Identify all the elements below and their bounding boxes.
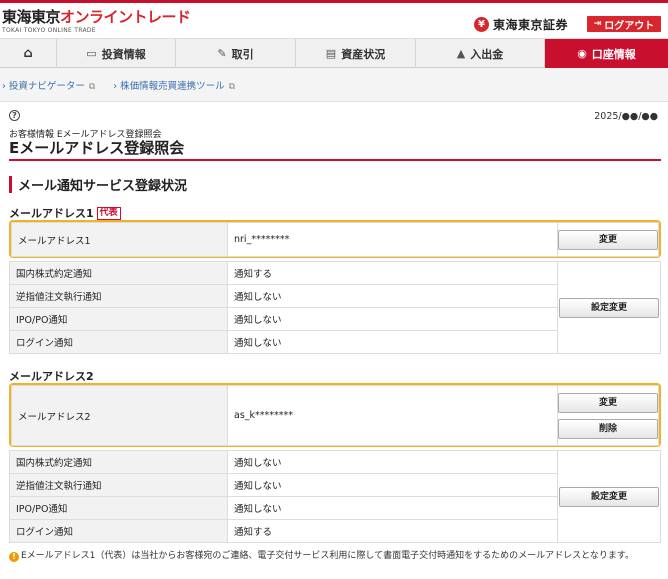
nav-trade[interactable]: ✎ 取引 <box>176 39 296 68</box>
notification-value: 通知しない <box>227 450 558 474</box>
notification-value: 通知する <box>227 261 558 285</box>
warning-icon: ! <box>9 552 19 562</box>
asset-icon: ▤ <box>325 47 337 60</box>
link-stock-trading-tool[interactable]: › 株価情報売買連携ツール ⧉ <box>113 78 235 92</box>
address2-actions: 変更 削除 <box>557 385 659 446</box>
notification-label: 国内株式約定通知 <box>9 450 228 474</box>
notification-value: 通知しない <box>227 330 558 354</box>
account-icon: ◉ <box>577 47 587 60</box>
address2-settings-cell: 設定変更 <box>557 450 661 543</box>
home-icon: ⌂ <box>23 46 33 61</box>
address2-settings-change-button[interactable]: 設定変更 <box>559 486 659 507</box>
logo-text-accent: オンライントレード <box>60 8 191 26</box>
nav-label: 口座情報 <box>591 47 636 61</box>
page-title: Eメールアドレス登録照会 <box>9 139 185 157</box>
brand-logo-icon: ¥ <box>474 16 489 32</box>
address1-settings-cell: 設定変更 <box>557 261 661 354</box>
nav-label: 資産状況 <box>341 47 386 61</box>
nav-deposit[interactable]: ▲ 入出金 <box>416 39 545 68</box>
address2-heading-label: メールアドレス2 <box>9 370 94 383</box>
info-note-text: Eメールアドレス1（代表）は当社からお客様宛のご連絡、電子交付サービス利用に際し… <box>21 551 634 561</box>
logo-text-primary: 東海東京 <box>2 8 61 26</box>
info-note: ! Eメールアドレス1（代表）は当社からお客様宛のご連絡、電子交付サービス利用に際… <box>9 550 661 562</box>
notification-label: IPO/PO通知 <box>9 307 228 331</box>
address1-notification-table: 国内株式約定通知 通知する 設定変更 逆指値注文執行通知 通知しない IPO/P… <box>9 261 661 354</box>
address2-notification-table: 国内株式約定通知 通知しない 設定変更 逆指値注文執行通知 通知しない IPO/… <box>9 450 661 543</box>
brand-name: 東海東京証券 <box>493 17 569 32</box>
change-address2-button[interactable]: 変更 <box>558 392 658 413</box>
notification-value: 通知しない <box>227 496 558 520</box>
link-label: 株価情報売買連携ツール <box>120 80 225 92</box>
delete-address2-button[interactable]: 削除 <box>558 418 658 439</box>
notification-label: IPO/PO通知 <box>9 496 228 520</box>
logout-label: ログアウト <box>604 20 655 32</box>
nav-home[interactable]: ⌂ <box>0 39 57 68</box>
nav-label: 投資情報 <box>101 47 146 61</box>
notification-label: ログイン通知 <box>9 519 228 543</box>
nav-assets[interactable]: ▤ 資産状況 <box>296 39 416 68</box>
notification-value: 通知しない <box>227 307 558 331</box>
nav-label: 取引 <box>231 47 254 61</box>
site-logo[interactable]: 東海東京オンライントレード TOKAI TOKYO ONLINE TRADE <box>2 8 191 35</box>
address1-heading: メールアドレス1 代表 <box>9 205 121 221</box>
nav-account-info[interactable]: ◉ 口座情報 <box>545 39 668 68</box>
brand: ¥ 東海東京証券 <box>474 16 568 32</box>
address1-actions: 変更 <box>557 222 659 257</box>
notification-label: 逆指値注文執行通知 <box>9 473 228 497</box>
external-link-icon: ⧉ <box>88 81 96 92</box>
notification-value: 通知しない <box>227 473 558 497</box>
title-divider <box>9 159 661 161</box>
table-row: 国内株式約定通知 通知しない 設定変更 <box>9 450 661 543</box>
address1-heading-label: メールアドレス1 <box>9 207 94 220</box>
address2-value: as_k******** <box>227 385 558 446</box>
top-bar: 東海東京オンライントレード TOKAI TOKYO ONLINE TRADE ¥… <box>0 0 668 38</box>
nav-label: 入出金 <box>470 47 504 61</box>
date-display: 2025/●●/●● <box>594 111 658 122</box>
address2-heading: メールアドレス2 <box>9 368 94 384</box>
nav-investment-info[interactable]: ▭ 投資情報 <box>57 39 176 68</box>
notification-value: 通知する <box>227 519 558 543</box>
logout-icon: ⇥ <box>593 19 602 29</box>
sub-nav: › 投資ナビゲーター ⧉ › 株価情報売買連携ツール ⧉ <box>0 68 668 102</box>
address1-label: メールアドレス1 <box>11 222 228 257</box>
logo-subtitle: TOKAI TOKYO ONLINE TRADE <box>2 27 96 34</box>
logout-button[interactable]: ⇥ ログアウト <box>587 16 661 32</box>
address1-value: nri_******** <box>227 222 558 257</box>
deposit-icon: ▲ <box>456 47 466 60</box>
address1-box: メールアドレス1 nri_******** 変更 <box>9 220 661 258</box>
trade-icon: ✎ <box>217 47 227 60</box>
change-address1-button[interactable]: 変更 <box>558 229 658 250</box>
notification-label: 国内株式約定通知 <box>9 261 228 285</box>
help-icon[interactable]: ? <box>9 110 20 121</box>
notification-value: 通知しない <box>227 284 558 308</box>
table-row: 国内株式約定通知 通知する 設定変更 <box>9 261 661 354</box>
address2-box: メールアドレス2 as_k******** 変更 削除 <box>9 383 661 447</box>
global-nav: ⌂ ▭ 投資情報 ✎ 取引 ▤ 資産状況 ▲ 入出金 ◉ 口座情報 <box>0 38 668 68</box>
link-label: 投資ナビゲーター <box>8 80 85 92</box>
external-link-icon: ⧉ <box>228 81 236 92</box>
address1-settings-change-button[interactable]: 設定変更 <box>559 297 659 318</box>
notification-label: 逆指値注文執行通知 <box>9 284 228 308</box>
monitor-icon: ▭ <box>86 47 97 60</box>
primary-badge: 代表 <box>96 206 121 220</box>
notification-label: ログイン通知 <box>9 330 228 354</box>
address2-label: メールアドレス2 <box>11 385 228 446</box>
link-investment-navigator[interactable]: › 投資ナビゲーター ⧉ <box>2 78 95 92</box>
section-title: メール通知サービス登録状況 <box>9 176 187 194</box>
